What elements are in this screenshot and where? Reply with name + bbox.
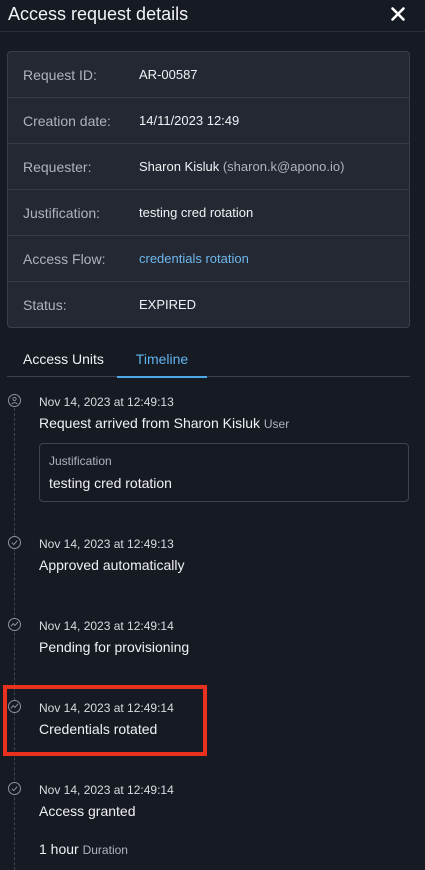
timeline-line	[14, 408, 15, 870]
duration-label: Duration	[82, 843, 128, 857]
tab-access-units[interactable]: Access Units	[23, 351, 104, 375]
request-id-label: Request ID:	[23, 67, 97, 83]
timeline-event-time: Nov 14, 2023 at 12:49:13	[39, 537, 174, 551]
tab-timeline[interactable]: Timeline	[117, 351, 207, 378]
justification-value: testing cred rotation	[139, 205, 254, 220]
highlight-box	[3, 685, 207, 756]
access-flow-link[interactable]: credentials rotation	[139, 251, 249, 266]
timeline-event-text: Request arrived from Sharon Kisluk User	[39, 415, 289, 431]
justification-label: Justification:	[23, 205, 101, 221]
page-title: Access request details	[8, 4, 189, 24]
timeline-event-time: Nov 14, 2023 at 12:49:14	[39, 619, 174, 633]
requester-name: Sharon Kisluk	[139, 159, 220, 174]
event-description: Request arrived from Sharon Kisluk	[39, 415, 260, 431]
details-row-access-flow: Access Flow: credentials rotation	[8, 236, 409, 282]
timeline-event-time: Nov 14, 2023 at 12:49:13	[39, 395, 174, 409]
detail-tabs: Access Units Timeline	[7, 348, 410, 378]
justification-card: Justification testing cred rotation	[39, 443, 409, 502]
timeline-event-text: Pending for provisioning	[39, 639, 190, 655]
requester-label: Requester:	[23, 159, 92, 175]
status-label: Status:	[23, 297, 67, 313]
event-actor-type: User	[263, 417, 290, 431]
access-flow-label: Access Flow:	[23, 251, 106, 267]
status-value: EXPIRED	[139, 297, 197, 312]
timeline-event-text: Access granted	[39, 803, 136, 819]
panel-header: Access request details	[0, 0, 425, 32]
requester-value: Sharon Kisluk (sharon.k@apono.io)	[139, 159, 344, 174]
requester-email: (sharon.k@apono.io)	[222, 159, 345, 174]
check-circle-icon	[8, 782, 21, 795]
user-icon	[8, 394, 21, 407]
request-id-value: AR-00587	[139, 67, 198, 82]
timeline-event-time: Nov 14, 2023 at 12:49:14	[39, 783, 174, 797]
justification-card-value: testing cred rotation	[49, 475, 172, 491]
timeline-event-text: Approved automatically	[39, 557, 185, 573]
close-button[interactable]	[388, 4, 408, 24]
close-icon[interactable]	[388, 4, 408, 24]
creation-date-label: Creation date:	[23, 113, 111, 129]
justification-card-label: Justification	[49, 454, 112, 468]
details-row-justification: Justification: testing cred rotation	[8, 190, 409, 236]
details-row-creation-date: Creation date: 14/11/2023 12:49	[8, 98, 409, 144]
activity-icon	[8, 618, 21, 631]
creation-date-value: 14/11/2023 12:49	[139, 113, 240, 128]
request-details-table: Request ID: AR-00587 Creation date: 14/1…	[7, 51, 410, 328]
duration-value: 1 hour	[39, 841, 79, 857]
access-duration: 1 hour Duration	[39, 841, 128, 857]
details-row-status: Status: EXPIRED	[8, 282, 409, 327]
details-row-requester: Requester: Sharon Kisluk (sharon.k@apono…	[8, 144, 409, 190]
details-row-request-id: Request ID: AR-00587	[8, 52, 409, 98]
check-circle-icon	[8, 536, 21, 549]
